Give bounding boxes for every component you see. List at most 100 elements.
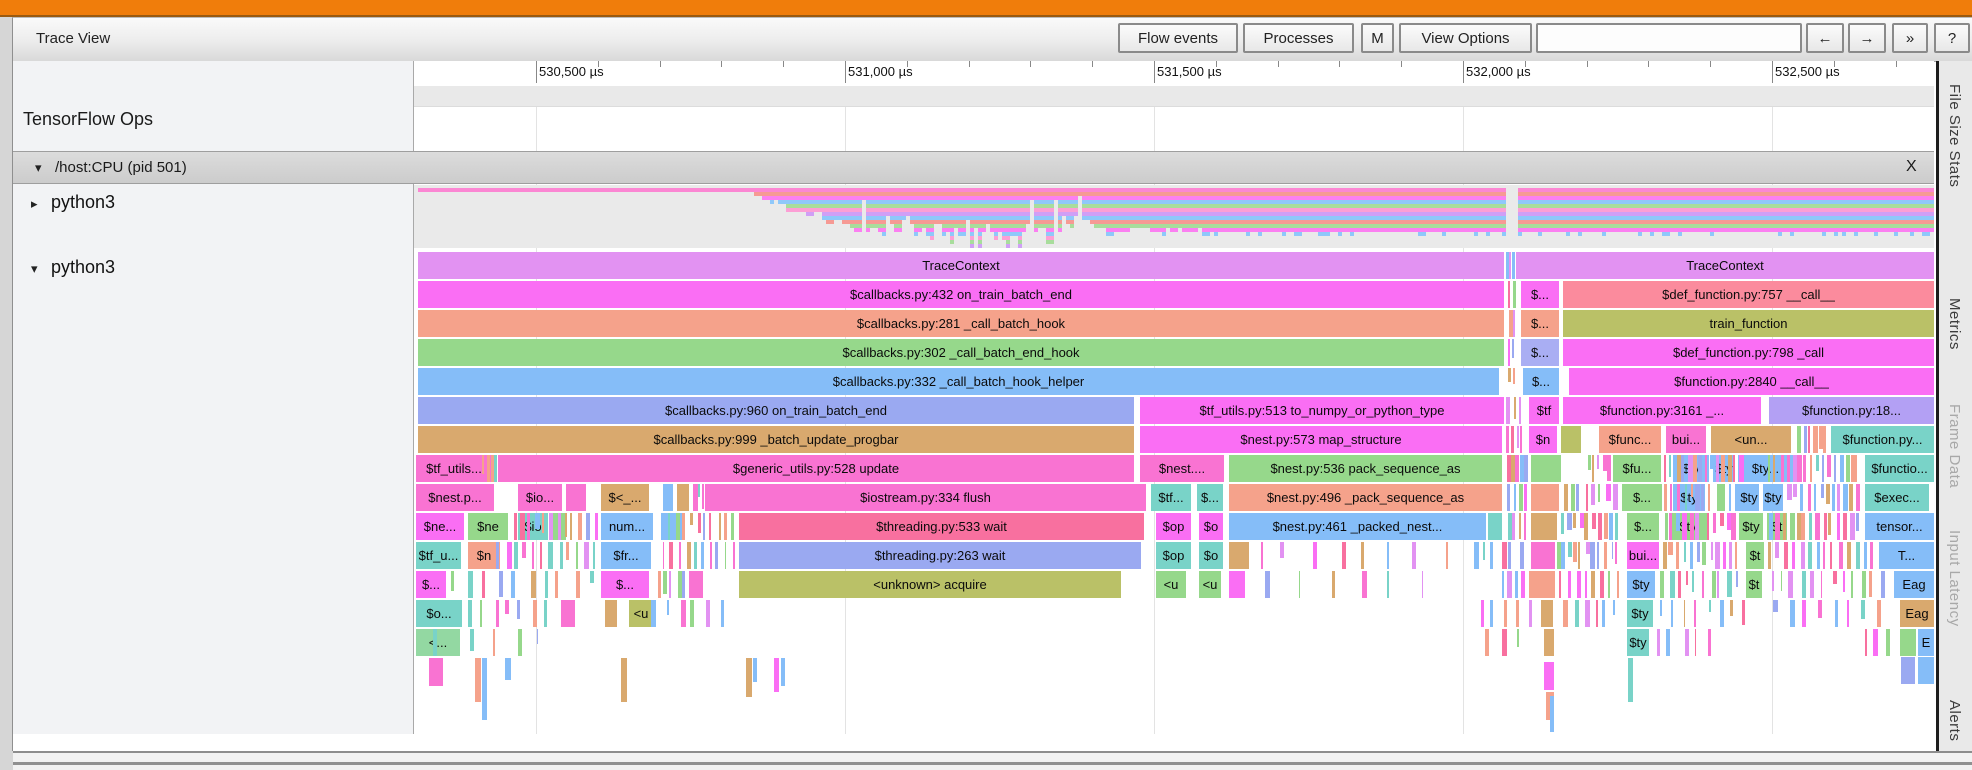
trace-span[interactable]: $function.py:2840 __call__ [1569,368,1934,395]
trace-span[interactable] [1541,600,1553,627]
trace-span[interactable]: $... [1197,484,1223,511]
trace-span[interactable]: $n [1529,426,1557,453]
trace-span[interactable]: $def_function.py:798 _call [1563,339,1934,366]
trace-span[interactable] [1229,571,1245,598]
trace-span[interactable]: $n [468,542,500,569]
trace-span[interactable] [689,571,703,598]
trace-span[interactable] [1561,426,1581,453]
trace-span[interactable]: $op [1156,513,1191,540]
trace-span[interactable] [1529,571,1555,598]
processes-button[interactable]: Processes [1243,23,1354,53]
trace-span[interactable]: $... [1523,368,1559,395]
trace-span[interactable] [1900,629,1916,656]
trace-span[interactable]: $fu... [1613,455,1661,482]
trace-span[interactable]: $... [416,571,446,598]
trace-span[interactable] [1531,542,1555,569]
trace-span[interactable]: $fr... [601,542,651,569]
trace-span[interactable] [1531,513,1557,540]
trace-span[interactable]: $callbacks.py:302 _call_batch_end_hook [418,339,1504,366]
trace-span[interactable]: $callbacks.py:999 _batch_update_progbar [418,426,1134,453]
trace-span[interactable]: $callbacks.py:281 _call_batch_hook [418,310,1504,337]
trace-span[interactable]: <... [416,629,460,656]
nav-back-button[interactable]: ← [1806,23,1844,53]
trace-span[interactable]: $ty [1763,484,1783,511]
trace-span[interactable]: TraceContext [1516,252,1934,279]
trace-span[interactable]: $tf... [1151,484,1191,511]
trace-span[interactable]: $ty [1739,513,1763,540]
tab-frame-data[interactable]: Frame Data [1946,404,1963,488]
trace-span[interactable]: <u [1156,571,1186,598]
trace-span[interactable]: $o [1199,542,1223,569]
trace-span[interactable]: $ne... [416,513,464,540]
expand-arrow-icon[interactable]: ▾ [31,261,51,277]
trace-span[interactable]: E [1918,629,1934,656]
tab-alerts[interactable]: Alerts [1946,700,1963,741]
trace-span[interactable]: $nest.py:496 _pack_sequence_as [1229,484,1502,511]
trace-span[interactable]: $ty [1627,600,1653,627]
trace-span[interactable]: $callbacks.py:960 on_train_batch_end [418,397,1134,424]
trace-span[interactable]: <u [629,600,653,627]
trace-span[interactable]: $ty [1627,571,1655,598]
trace-span[interactable]: $op [1156,542,1191,569]
trace-span[interactable]: $tf_utils.py:513 to_numpy_or_python_type [1140,397,1504,424]
trace-span[interactable]: $nest.py:573 map_structure [1140,426,1502,453]
collapse-arrow-icon[interactable]: ▸ [31,196,51,212]
help-button[interactable]: ? [1934,23,1970,53]
trace-span[interactable]: num... [601,513,653,540]
trace-span[interactable]: $ty [1627,629,1649,656]
trace-span[interactable]: $tf_utils... [416,455,492,482]
trace-span[interactable]: <un... [1711,426,1791,453]
trace-span[interactable]: $function.py:18... [1769,397,1934,424]
trace-span[interactable]: Eag [1894,571,1934,598]
trace-span[interactable]: $callbacks.py:432 on_train_batch_end [418,281,1504,308]
trace-span[interactable]: $ty... [1738,455,1793,482]
trace-span[interactable]: $... [601,571,649,598]
trace-span[interactable]: $... [1521,310,1559,337]
trace-span[interactable]: $... [1521,281,1559,308]
more-tools-button[interactable]: » [1892,23,1928,53]
trace-span[interactable]: $iostream.py:334 flush [705,484,1146,511]
trace-span[interactable] [1488,513,1502,540]
trace-span[interactable]: TraceContext [418,252,1504,279]
trace-span[interactable]: $tf [1529,397,1559,424]
trace-span[interactable]: train_function [1563,310,1934,337]
expand-arrow-icon[interactable]: ▾ [35,160,55,176]
trace-span[interactable]: $nest.p... [416,484,494,511]
close-track-button[interactable]: X [1906,158,1917,176]
trace-span[interactable]: $<_... [601,484,649,511]
tab-metrics[interactable]: Metrics [1946,298,1963,350]
trace-span[interactable]: $io... [518,484,562,511]
trace-span[interactable]: bui... [1627,542,1659,569]
trace-span[interactable]: $nest.py:461 _packed_nest... [1229,513,1486,540]
trace-span[interactable] [566,484,586,511]
trace-span[interactable]: Eag [1900,600,1934,627]
trace-span[interactable]: <u [1199,571,1221,598]
trace-span[interactable]: $functio... [1865,455,1934,482]
host-cpu-header[interactable]: ▾/host:CPU (pid 501) X [13,151,1934,184]
trace-span[interactable]: $t [1746,542,1764,569]
thread-row-python3-collapsed[interactable]: ▸ python3 [31,192,115,213]
trace-span[interactable]: $t [1746,571,1762,598]
nav-forward-button[interactable]: → [1848,23,1886,53]
trace-span[interactable]: $ty [1739,484,1759,511]
trace-span[interactable]: $nest.py:536 pack_sequence_as [1229,455,1502,482]
trace-span[interactable] [1531,455,1561,482]
trace-span[interactable]: $threading.py:533 wait [739,513,1144,540]
tab-file-size-stats[interactable]: File Size Stats [1946,84,1963,187]
trace-span[interactable]: $exec... [1865,484,1929,511]
trace-span[interactable] [677,484,689,511]
trace-span[interactable]: bui... [1666,426,1706,453]
trace-span[interactable]: $threading.py:263 wait [739,542,1141,569]
trace-span[interactable]: $o [1199,513,1223,540]
trace-span[interactable]: $... [1622,484,1662,511]
trace-span[interactable]: $nest.... [1140,455,1224,482]
trace-span[interactable] [561,600,575,627]
thread-row-python3-expanded[interactable]: ▾ python3 [31,257,115,278]
trace-span[interactable]: $generic_utils.py:528 update [498,455,1134,482]
trace-span[interactable]: $def_function.py:757 __call__ [1563,281,1934,308]
view-options-button[interactable]: View Options [1399,23,1532,53]
trace-span[interactable]: $func... [1599,426,1661,453]
trace-span[interactable]: $function.py:3161 _... [1563,397,1761,424]
trace-span[interactable] [605,600,617,627]
trace-span[interactable]: $... [1521,339,1559,366]
